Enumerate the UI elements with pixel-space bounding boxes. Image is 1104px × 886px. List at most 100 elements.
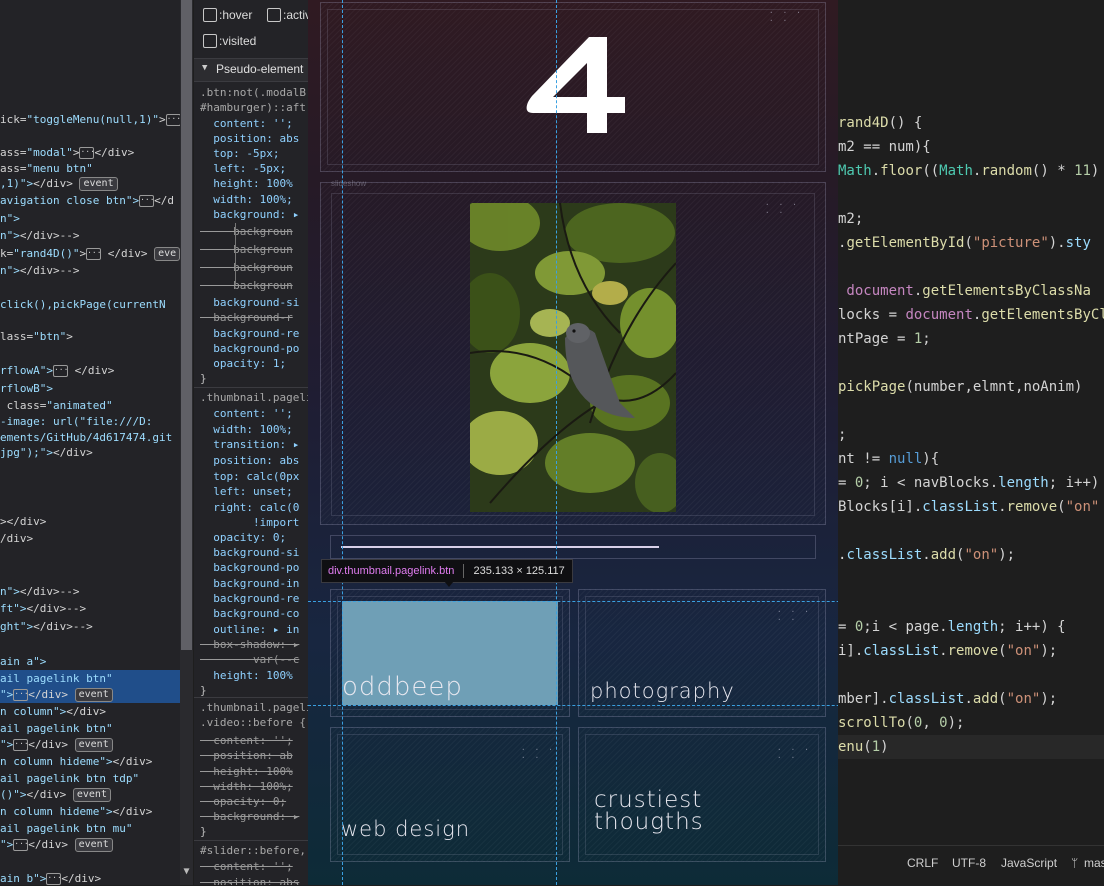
bird-photo[interactable]	[470, 203, 676, 512]
css-declaration[interactable]: backgroun	[200, 278, 293, 294]
css-declaration[interactable]: background-co	[200, 606, 299, 622]
dom-node-line[interactable]: ain b">···</div>	[0, 870, 101, 885]
collapsed-children-icon[interactable]: ···	[165, 114, 180, 126]
css-declaration[interactable]: height: 100%	[200, 764, 292, 780]
code-line[interactable]: ntPage = 1;	[838, 327, 931, 351]
code-line[interactable]: i].classList.remove("on");	[838, 639, 1057, 663]
css-declaration[interactable]: transition: ▸	[200, 437, 299, 453]
css-declaration[interactable]: left: -5px;	[200, 161, 286, 177]
dom-inspector-scroll-thumb[interactable]	[181, 0, 192, 650]
code-line[interactable]: locks = document.getElementsByCl	[838, 303, 1104, 327]
dom-node-line[interactable]: n"></div>-->	[0, 583, 79, 600]
css-declaration[interactable]: background-si	[200, 545, 299, 561]
git-branch-name[interactable]: mas	[1084, 856, 1104, 870]
visited-state-checkbox[interactable]	[203, 34, 217, 48]
css-declaration[interactable]: background-po	[200, 341, 299, 357]
dom-node-line[interactable]: ass="modal">···</div>	[0, 144, 134, 161]
css-selector[interactable]: .video::before {	[200, 715, 306, 731]
scroll-down-arrow-icon[interactable]: ▼	[180, 862, 193, 882]
dom-node-line[interactable]: n">	[0, 210, 20, 227]
hover-state-checkbox[interactable]	[203, 8, 217, 22]
css-selector[interactable]: .btn:not(.modalB	[200, 85, 306, 101]
dom-node-line[interactable]: ">···</div> event	[0, 686, 180, 703]
event-badge[interactable]: event	[74, 688, 113, 702]
css-declaration[interactable]: background-r	[200, 310, 292, 326]
dom-node-line[interactable]: rflowB">	[0, 380, 53, 397]
dom-node-line[interactable]: k="rand4D()">··· </div> eve	[0, 245, 180, 262]
css-declaration[interactable]: background: ▸	[200, 809, 299, 825]
dom-node-line[interactable]: n column hideme"></div>	[0, 803, 152, 820]
collapsed-children-icon[interactable]: ···	[13, 689, 29, 701]
css-declaration[interactable]: left: unset;	[200, 484, 292, 500]
css-declaration[interactable]: content: '';	[200, 116, 292, 132]
web-design-tile[interactable]: · · · · ·	[330, 727, 570, 862]
event-badge[interactable]: event	[72, 788, 111, 802]
css-declaration[interactable]: width: 100%;	[200, 192, 292, 208]
code-line[interactable]: m2 == num){	[838, 135, 931, 159]
dom-node-line[interactable]: ail pagelink btn"	[0, 720, 113, 737]
code-line[interactable]: mber].classList.add("on");	[838, 687, 1057, 711]
code-line[interactable]: pickPage(number,elmnt,noAnim)	[838, 375, 1082, 399]
css-declaration[interactable]: background-re	[200, 326, 299, 342]
css-declaration[interactable]: !import	[200, 515, 299, 531]
dom-node-line[interactable]: n"></div>-->	[0, 262, 79, 279]
css-declaration[interactable]: position: ab	[200, 748, 292, 764]
css-selector[interactable]: .thumbnail.pageli	[200, 700, 308, 716]
dom-node-line[interactable]: ght"></div>-->	[0, 618, 93, 635]
dom-node-line[interactable]: ick="toggleMenu(null,1)">···	[0, 111, 180, 128]
dom-node-line[interactable]: n column"></div>	[0, 703, 106, 720]
dom-node-line[interactable]: n column hideme"></div>	[0, 753, 152, 770]
css-declaration[interactable]: content: '';	[200, 406, 292, 422]
code-line[interactable]: Math.floor((Math.random() * 11)	[838, 159, 1099, 183]
css-declaration[interactable]: opacity: 0;	[200, 794, 286, 810]
css-declaration[interactable]: position: abs	[200, 453, 299, 469]
encoding-indicator[interactable]: UTF-8	[952, 856, 986, 870]
dom-node-line[interactable]: ain a">	[0, 653, 46, 670]
css-declaration[interactable]: content: '';	[200, 733, 292, 749]
language-indicator[interactable]: JavaScript	[1001, 856, 1057, 870]
code-line[interactable]: Blocks[i].classList.remove("on"	[838, 495, 1099, 519]
dom-node-line[interactable]: ">···</div> event	[0, 836, 113, 853]
css-selector[interactable]: #hamburger)::aft	[200, 100, 306, 116]
code-line[interactable]: document.getElementsByClassNa	[838, 279, 1090, 303]
code-editor[interactable]: rand4D() {m2 == num){Math.floor((Math.ra…	[838, 0, 1104, 845]
css-declaration[interactable]: var(--c	[200, 652, 299, 668]
dom-node-line[interactable]: ()"></div> event	[0, 786, 111, 803]
css-declaration[interactable]: position: abs	[200, 875, 299, 885]
random-digit-graphic[interactable]	[523, 33, 628, 137]
css-declaration[interactable]: outline: ▸ in	[200, 622, 299, 638]
code-line[interactable]: ;	[838, 423, 846, 447]
dom-node-line[interactable]: click(),pickPage(currentN	[0, 296, 166, 313]
collapsed-children-icon[interactable]: ···	[46, 873, 62, 885]
collapsed-children-icon[interactable]: ···	[52, 365, 68, 377]
eol-indicator[interactable]: CRLF	[907, 856, 938, 870]
dom-node-line[interactable]: ,1)"></div> event	[0, 175, 118, 192]
css-declaration[interactable]: background-re	[200, 591, 299, 607]
css-declaration[interactable]: opacity: 0;	[200, 530, 286, 546]
event-badge[interactable]: event	[79, 177, 118, 191]
dom-node-line[interactable]: ail pagelink btn mu"	[0, 820, 132, 837]
dom-node-line[interactable]: /div>	[0, 530, 33, 547]
dom-node-line[interactable]: ">···</div> event	[0, 736, 113, 753]
dom-node-line[interactable]: rflowA">··· </div>	[0, 362, 114, 379]
dom-node-line[interactable]: class="animated"	[0, 397, 113, 414]
code-line[interactable]: = 0; i < navBlocks.length; i++)	[838, 471, 1099, 495]
dom-node-line[interactable]: avigation close btn">···</d	[0, 192, 174, 209]
css-declaration[interactable]: backgroun	[200, 260, 293, 276]
css-declaration[interactable]: height: 100%	[200, 668, 292, 684]
code-line[interactable]: = 0;i < page.length; i++) {	[838, 615, 1066, 639]
dom-node-line[interactable]: ail pagelink btn"	[0, 670, 180, 687]
current-code-line[interactable]: enu(1)	[838, 735, 1104, 759]
code-line[interactable]: m2;	[838, 207, 863, 231]
dom-node-line[interactable]: ></div>	[0, 513, 46, 530]
event-badge[interactable]: event	[74, 838, 113, 852]
css-declaration[interactable]: background-si	[200, 295, 299, 311]
css-selector[interactable]: #slider::before,	[200, 843, 306, 859]
collapsed-children-icon[interactable]: ···	[13, 739, 29, 751]
dom-node-line[interactable]: lass="btn">	[0, 328, 73, 345]
collapsed-children-icon[interactable]: ···	[13, 839, 29, 851]
css-declaration[interactable]: background-po	[200, 560, 299, 576]
css-declaration[interactable]: width: 100%;	[200, 422, 292, 438]
css-declaration[interactable]: content: '';	[200, 859, 292, 875]
css-declaration[interactable]: top: -5px;	[200, 146, 279, 162]
